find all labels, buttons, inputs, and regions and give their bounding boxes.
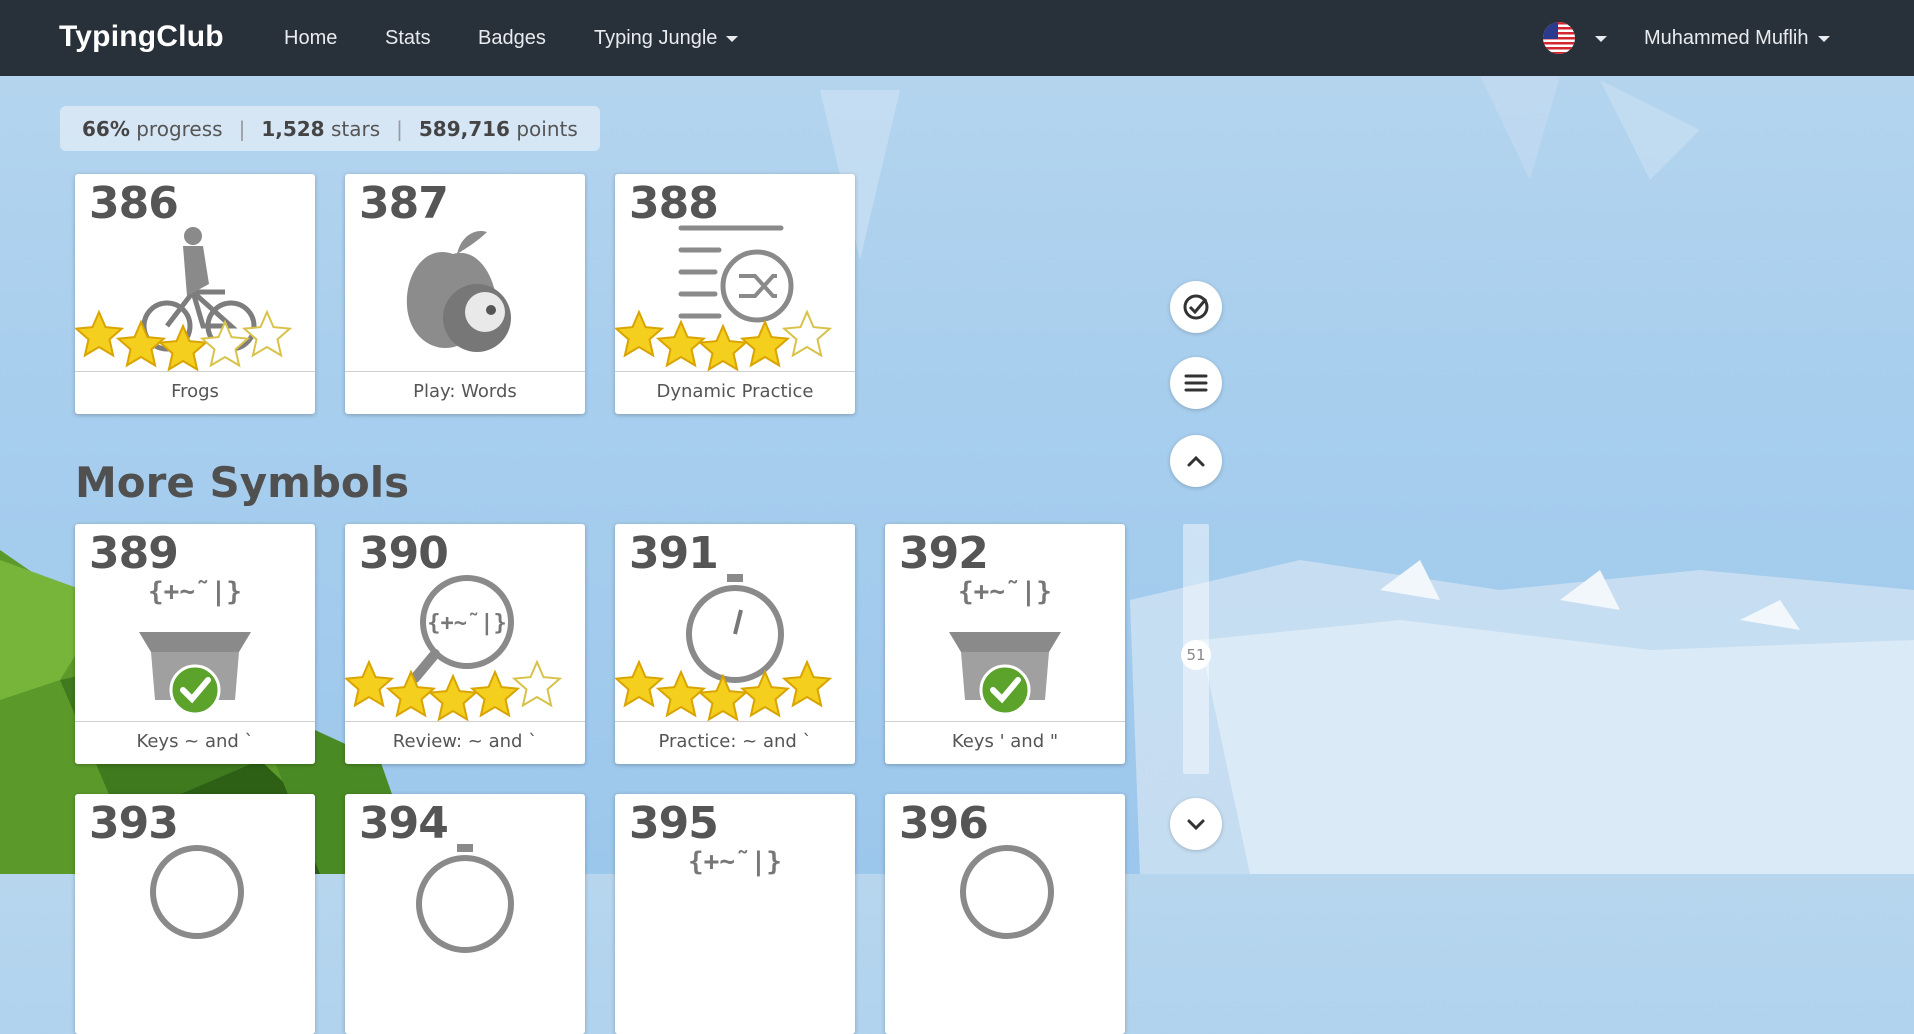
lesson-label: Practice: ~ and `: [615, 721, 855, 764]
lesson-card-390[interactable]: 390 {+~̃ |} Review: ~ and `: [345, 524, 585, 764]
star-rating: [615, 659, 833, 722]
nav-stats[interactable]: Stats: [385, 27, 431, 50]
lesson-card-386[interactable]: 386 Frogs: [75, 174, 315, 414]
lesson-card-391[interactable]: 391 Practice: ~ and `: [615, 524, 855, 764]
magnifier-symbols-icon: [150, 845, 244, 939]
lesson-label: Keys ~ and `: [75, 721, 315, 764]
star-filled-icon: [469, 669, 521, 718]
apple-game-icon: [406, 230, 511, 352]
star-rating: [615, 309, 833, 372]
star-filled-icon: [697, 673, 749, 722]
stopwatch-icon: [416, 844, 514, 953]
language-chevron-down-icon[interactable]: [1595, 36, 1607, 42]
star-filled-icon: [157, 323, 209, 372]
chevron-down-icon: [1187, 819, 1205, 831]
lesson-card-394[interactable]: 394: [345, 794, 585, 1034]
star-rating: [345, 659, 563, 722]
lesson-card-395[interactable]: 395 {+~̃ |}: [615, 794, 855, 1034]
progress-label: progress: [136, 116, 223, 141]
lesson-card-396[interactable]: 396: [885, 794, 1125, 1034]
progress-summary: 66% progress | 1,528 stars | 589,716 poi…: [60, 106, 600, 151]
lesson-label: Frogs: [75, 371, 315, 414]
typing-jungle-label: Typing Jungle: [594, 27, 718, 49]
star-filled-icon: [655, 669, 707, 718]
us-flag-icon[interactable]: [1543, 22, 1575, 54]
star-empty-icon: [199, 319, 251, 368]
star-filled-icon: [345, 659, 395, 708]
points-count: 589,716: [418, 116, 510, 141]
stars-label: stars: [330, 116, 381, 141]
star-rating: [75, 309, 293, 372]
star-filled-icon: [615, 659, 665, 708]
scroll-up-button[interactable]: [1170, 435, 1222, 487]
brand-logo[interactable]: TypingClub: [59, 20, 224, 54]
lesson-card-393[interactable]: 393: [75, 794, 315, 1034]
star-filled-icon: [697, 323, 749, 372]
star-filled-icon: [615, 309, 665, 358]
chevron-up-icon: [1187, 455, 1205, 467]
chevron-down-icon: [726, 35, 739, 42]
lesson-label: Dynamic Practice: [615, 371, 855, 414]
star-filled-icon: [75, 309, 125, 358]
box-symbols: {+~̃ |}: [688, 847, 782, 877]
divider: |: [238, 116, 246, 141]
star-empty-icon: [241, 309, 293, 358]
stars-count: 1,528: [261, 116, 325, 141]
top-navbar: TypingClub Home Stats Badges Typing Jung…: [0, 0, 1914, 76]
points-label: points: [516, 116, 578, 141]
star-filled-icon: [655, 319, 707, 368]
lesson-label: Keys ' and ": [885, 721, 1125, 764]
divider: |: [396, 116, 403, 141]
symbol-box-icon: {+~̃ |}: [688, 847, 782, 877]
nav-home[interactable]: Home: [284, 27, 337, 50]
star-filled-icon: [385, 669, 437, 718]
menu-button[interactable]: [1170, 357, 1222, 409]
star-empty-icon: [781, 309, 833, 358]
lesson-label: Review: ~ and `: [345, 721, 585, 764]
star-filled-icon: [739, 669, 791, 718]
scroll-down-button[interactable]: [1170, 798, 1222, 850]
scroll-position-indicator[interactable]: 51: [1181, 640, 1211, 670]
nav-badges[interactable]: Badges: [478, 27, 546, 50]
lesson-card-392[interactable]: 392 {+~̃ |} Keys ' and ": [885, 524, 1125, 764]
star-empty-icon: [511, 659, 563, 708]
magnifier-symbols-icon: [960, 845, 1054, 939]
lesson-card-388[interactable]: 388 Dynamic Practice: [615, 174, 855, 414]
section-title: More Symbols: [75, 458, 410, 507]
hamburger-icon: [1184, 374, 1208, 392]
chevron-down-icon: [1817, 35, 1830, 42]
box-symbols: {+~̃ |}: [148, 577, 242, 607]
star-filled-icon: [427, 673, 479, 722]
lesson-card-389[interactable]: 389 {+~̃ |} Keys ~ and `: [75, 524, 315, 764]
lesson-card-387[interactable]: 387 Play: Words: [345, 174, 585, 414]
lesson-label: Play: Words: [345, 371, 585, 414]
symbol-box-icon: {+~̃ |}: [949, 577, 1061, 716]
progress-percent: 66%: [82, 116, 130, 141]
star-filled-icon: [781, 659, 833, 708]
star-filled-icon: [115, 319, 167, 368]
star-filled-icon: [739, 319, 791, 368]
nav-typing-jungle-dropdown[interactable]: Typing Jungle: [594, 27, 739, 50]
completed-filter-button[interactable]: [1170, 281, 1222, 333]
check-circle-icon: [1183, 294, 1209, 320]
user-name: Muhammed Muflih: [1644, 27, 1809, 49]
symbol-box-icon: {+~̃ |}: [139, 577, 251, 716]
user-menu-dropdown[interactable]: Muhammed Muflih: [1644, 27, 1830, 50]
box-symbols: {+~̃ |}: [958, 577, 1052, 607]
